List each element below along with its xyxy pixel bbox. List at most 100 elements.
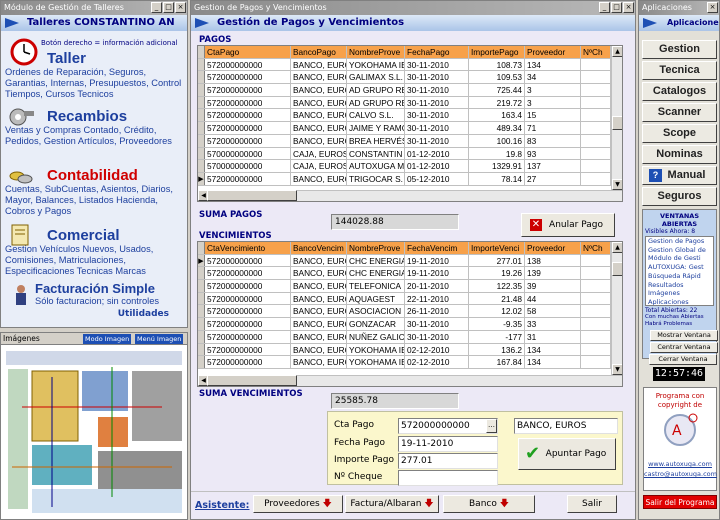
table-cell[interactable] — [581, 267, 611, 280]
table-cell[interactable]: BANCO, EURO — [291, 109, 347, 122]
column-header[interactable]: FechaVencim — [405, 242, 469, 254]
module-contabilidad-title[interactable]: Contabilidad — [5, 167, 183, 184]
table-cell[interactable]: BANCO, EURO — [291, 134, 347, 147]
row-indicator[interactable]: ▶ — [198, 172, 205, 185]
table-cell[interactable]: BANCO, EURO — [291, 96, 347, 109]
windows-list[interactable]: Gestion de Pagos Gestion Global de Módul… — [645, 236, 714, 306]
table-row[interactable]: ▶ 572000000000 BANCO, EURO CHC ENERGIA 19-11… — [198, 254, 622, 268]
lookup-button[interactable]: … — [486, 419, 497, 433]
cheque-field[interactable] — [398, 470, 498, 486]
table-cell[interactable]: 572000000000 — [205, 356, 291, 368]
row-indicator[interactable] — [198, 147, 205, 160]
cerrar-ventana-button[interactable]: Cerrar Ventana — [649, 354, 717, 365]
table-cell[interactable]: 100.16 — [469, 134, 525, 147]
table-cell[interactable]: 58 — [525, 305, 581, 318]
minimize-icon[interactable]: _ — [599, 2, 610, 13]
table-row[interactable]: 572000000000 BANCO, EURO TELEFONICA 20-11-2… — [198, 280, 622, 293]
table-cell[interactable]: JAIME Y RAMO — [347, 122, 405, 134]
column-header[interactable]: ImportePago — [469, 46, 525, 58]
column-header[interactable]: NºCh — [581, 242, 611, 254]
hscroll-thumb[interactable] — [207, 375, 297, 386]
table-cell[interactable] — [581, 160, 611, 172]
scroll-thumb[interactable] — [612, 262, 622, 276]
window-list-item[interactable]: Resultados — [648, 281, 713, 290]
table-cell[interactable]: 572000000000 — [205, 172, 291, 185]
utilidades-link[interactable]: Utilidades — [118, 309, 169, 319]
table-row[interactable]: 572000000000 BANCO, EURO JAIME Y RAMO 30-11… — [198, 122, 622, 135]
table-cell[interactable]: 19-11-2010 — [405, 267, 469, 280]
column-header[interactable]: CtaPago — [205, 46, 291, 58]
pagos-grid[interactable]: CtaPago BancoPago NombreProve FechaPago Impo… — [197, 45, 623, 202]
table-cell[interactable]: TRIGOCAR S. — [347, 172, 405, 185]
table-cell[interactable]: AD GRUPO RE — [347, 84, 405, 96]
table-cell[interactable]: BANCO, EURO — [291, 356, 347, 368]
fecha-pago-field[interactable]: 19-11-2010 — [398, 436, 498, 452]
row-indicator[interactable] — [198, 122, 205, 134]
table-cell[interactable]: AD GRUPO RE — [347, 96, 405, 109]
column-header[interactable]: BancoVencim — [291, 242, 347, 254]
close-icon[interactable]: × — [707, 2, 718, 13]
module-recambios[interactable]: Recambios Ventas y Compras Contado, Créd… — [5, 108, 183, 147]
table-cell[interactable]: 108.73 — [469, 58, 525, 71]
window-list-item[interactable]: AUTOXUGA: Gest — [648, 263, 713, 272]
row-indicator[interactable] — [198, 343, 205, 356]
table-row[interactable]: 572000000000 BANCO, EURO GALIMAX S.L. 30-11… — [198, 71, 622, 85]
table-cell[interactable] — [581, 356, 611, 368]
column-header[interactable]: NºCh — [581, 46, 611, 58]
row-indicator[interactable] — [198, 134, 205, 147]
table-cell[interactable] — [581, 147, 611, 160]
table-cell[interactable]: 12.02 — [469, 305, 525, 318]
table-cell[interactable]: 30-11-2010 — [405, 330, 469, 343]
column-header[interactable]: FechaPago — [405, 46, 469, 58]
table-cell[interactable]: 134 — [525, 356, 581, 368]
table-row[interactable]: 572000000000 BANCO, EURO YOKOHAMA IB 02-12-… — [198, 356, 622, 369]
table-cell[interactable]: 78.14 — [469, 172, 525, 185]
table-cell[interactable]: YOKOHAMA IB — [347, 356, 405, 368]
table-cell[interactable]: 572000000000 — [205, 122, 291, 134]
table-cell[interactable]: BREA HERVÉS — [347, 134, 405, 147]
column-header[interactable]: NombreProve — [347, 46, 405, 58]
vencimientos-grid[interactable]: CtaVencimiento BancoVencim NombreProve Fech… — [197, 241, 623, 387]
catalogos-button[interactable]: Catalogos — [642, 82, 717, 101]
table-cell[interactable]: -177 — [469, 330, 525, 343]
table-cell[interactable]: 19-11-2010 — [405, 254, 469, 267]
table-cell[interactable] — [581, 305, 611, 318]
table-cell[interactable]: 19.26 — [469, 267, 525, 280]
table-cell[interactable]: BANCO, EURO — [291, 305, 347, 318]
table-cell[interactable]: 30-11-2010 — [405, 84, 469, 96]
apuntar-pago-button[interactable]: ✔ Apuntar Pago — [518, 438, 616, 470]
table-cell[interactable]: 572000000000 — [205, 343, 291, 356]
row-indicator[interactable] — [198, 109, 205, 122]
column-header[interactable]: CtaVencimiento — [205, 242, 291, 254]
table-cell[interactable]: 30-11-2010 — [405, 122, 469, 134]
row-indicator[interactable] — [198, 160, 205, 172]
venc-vscrollbar[interactable]: ▲ ▼ — [611, 242, 622, 386]
table-cell[interactable]: 93 — [525, 147, 581, 160]
table-cell[interactable]: 139 — [525, 267, 581, 280]
table-cell[interactable]: 570000000000 — [205, 160, 291, 172]
salir-button[interactable]: Salir — [567, 495, 617, 513]
table-cell[interactable]: 01-12-2010 — [405, 160, 469, 172]
table-row[interactable]: ▶ 572000000000 BANCO, EURO TRIGOCAR S. 05-12… — [198, 172, 622, 186]
table-cell[interactable]: 109.53 — [469, 71, 525, 84]
table-cell[interactable]: CALVO S.L. — [347, 109, 405, 122]
table-cell[interactable]: 3 — [525, 96, 581, 109]
table-cell[interactable]: 39 — [525, 280, 581, 292]
table-cell[interactable]: 02-12-2010 — [405, 356, 469, 368]
table-cell[interactable] — [581, 134, 611, 147]
module-taller[interactable]: Taller Ordenes de Reparación, Seguros, G… — [5, 50, 183, 100]
table-cell[interactable] — [581, 172, 611, 185]
gestion-button[interactable]: Gestion — [642, 40, 717, 59]
table-cell[interactable]: -9.35 — [469, 318, 525, 330]
table-cell[interactable] — [581, 292, 611, 305]
mode-image-button[interactable]: Modo Imagen — [83, 334, 132, 344]
table-cell[interactable]: YOKOHAMA IB — [347, 58, 405, 71]
table-cell[interactable]: CAJA, EUROS — [291, 160, 347, 172]
banco-button[interactable]: Banco 🡇 — [443, 495, 535, 513]
table-cell[interactable]: BANCO, EURO — [291, 71, 347, 84]
table-cell[interactable]: AQUAGEST — [347, 292, 405, 305]
pagos-vscrollbar[interactable]: ▲ ▼ — [611, 46, 622, 201]
scroll-thumb[interactable] — [612, 116, 622, 130]
table-cell[interactable]: YOKOHAMA IB — [347, 343, 405, 356]
table-cell[interactable]: 572000000000 — [205, 58, 291, 71]
